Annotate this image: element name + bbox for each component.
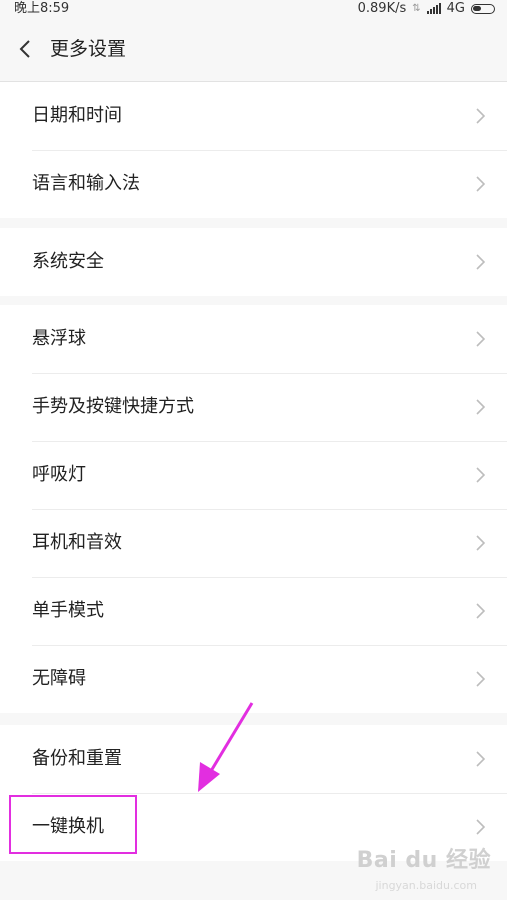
- list-item-notification-light[interactable]: 呼吸灯: [0, 441, 507, 509]
- baidu-watermark-url: jingyan.baidu.com: [375, 879, 477, 892]
- chevron-right-icon: [476, 671, 485, 687]
- list-item-language-input[interactable]: 语言和输入法: [0, 150, 507, 218]
- chevron-right-icon: [476, 176, 485, 192]
- list-item-one-handed-mode[interactable]: 单手模式: [0, 577, 507, 645]
- list-item-system-security[interactable]: 系统安全: [0, 228, 507, 296]
- list-item-label: 单手模式: [32, 600, 104, 621]
- list-item-label: 耳机和音效: [32, 532, 122, 553]
- list-item-label: 手势及按键快捷方式: [32, 396, 194, 417]
- chevron-right-icon: [476, 535, 485, 551]
- list-item-label: 呼吸灯: [32, 464, 86, 485]
- baidu-watermark: Bai du 经验: [356, 848, 491, 873]
- annotation-highlight-box: [9, 795, 137, 854]
- list-item-label: 悬浮球: [32, 328, 86, 349]
- status-icons: 0.89K/s ⇅ 4G: [358, 0, 495, 17]
- list-item-label: 语言和输入法: [32, 173, 140, 194]
- network-type: 4G: [446, 1, 465, 16]
- chevron-right-icon: [476, 108, 485, 124]
- page-title: 更多设置: [50, 38, 127, 60]
- clock: 晚上8:59: [14, 1, 70, 16]
- chevron-right-icon: [476, 331, 485, 347]
- data-transfer-icon: ⇅: [412, 3, 421, 14]
- list-item-date-time[interactable]: 日期和时间: [0, 82, 507, 150]
- battery-icon: [471, 3, 495, 14]
- chevron-right-icon: [476, 399, 485, 415]
- chevron-right-icon: [476, 254, 485, 270]
- list-item-gesture-shortcuts[interactable]: 手势及按键快捷方式: [0, 373, 507, 441]
- list-item-headphones-audio[interactable]: 耳机和音效: [0, 509, 507, 577]
- chevron-right-icon: [476, 603, 485, 619]
- back-arrow-icon[interactable]: [14, 37, 38, 61]
- network-speed: 0.89K/s: [357, 1, 407, 16]
- list-item-label: 备份和重置: [32, 748, 122, 769]
- signal-icon: [426, 3, 441, 14]
- status-bar: 晚上8:59 0.89K/s ⇅ 4G: [0, 0, 507, 17]
- list-item-floating-ball[interactable]: 悬浮球: [0, 305, 507, 373]
- list-item-label: 系统安全: [32, 251, 104, 272]
- chevron-right-icon: [476, 819, 485, 835]
- settings-group-datetime-language: 日期和时间 语言和输入法: [0, 82, 507, 218]
- settings-group-features: 悬浮球 手势及按键快捷方式 呼吸灯 耳机和音效 单手模式 无障碍: [0, 305, 507, 713]
- settings-group-security: 系统安全: [0, 228, 507, 296]
- app-header: 更多设置: [0, 17, 507, 82]
- chevron-right-icon: [476, 751, 485, 767]
- list-item-label: 无障碍: [32, 668, 86, 689]
- chevron-right-icon: [476, 467, 485, 483]
- list-item-label: 日期和时间: [32, 105, 122, 126]
- annotation-arrow-icon: [198, 702, 254, 792]
